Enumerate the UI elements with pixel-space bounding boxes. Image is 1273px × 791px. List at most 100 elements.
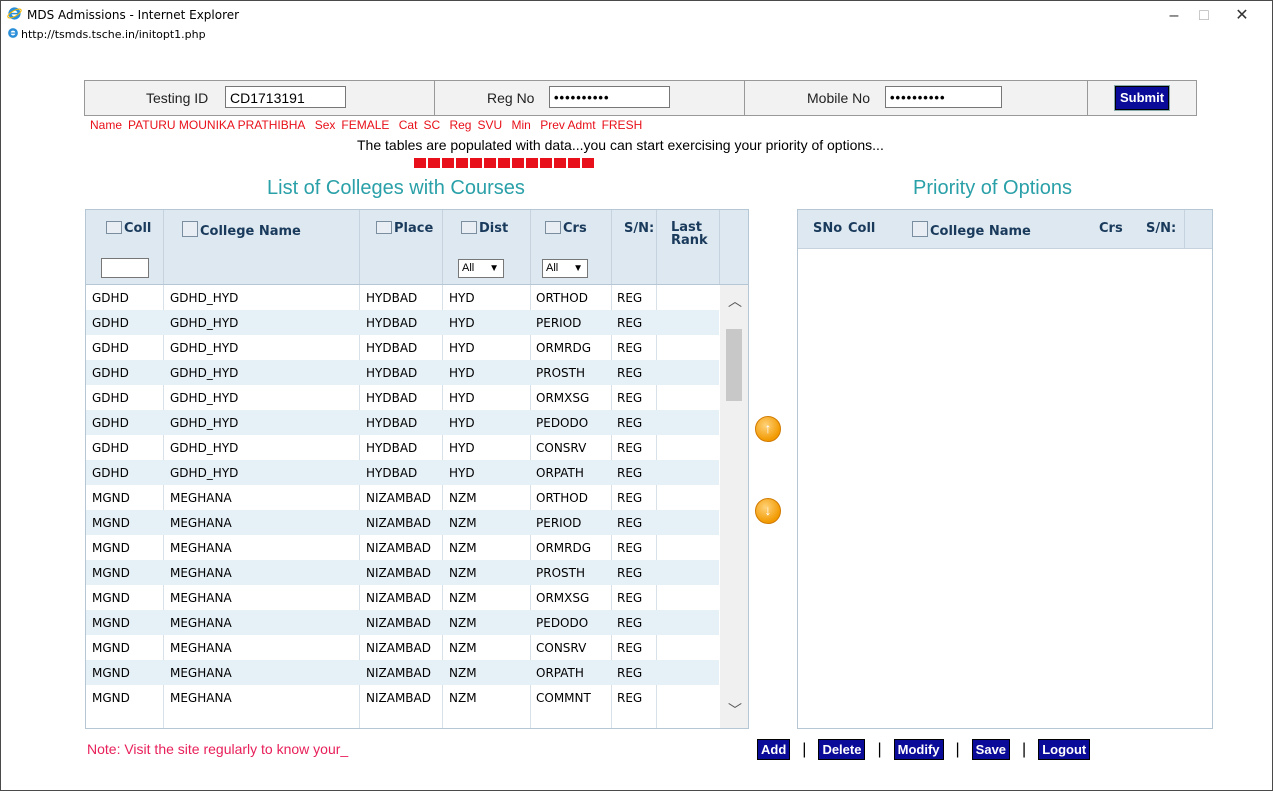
minimize-button[interactable]: – (1159, 5, 1189, 27)
save-button[interactable]: Save (971, 739, 1011, 760)
table-row[interactable]: GDHD GDHD_HYD HYDBAD HYD ORMXSG REG (86, 385, 719, 410)
crs-cell: ORPATH (536, 466, 584, 480)
sn-cell: REG (617, 516, 643, 530)
coll-filter-input[interactable] (101, 258, 149, 278)
table-row[interactable]: MGND MEGHANA NIZAMBAD NZM PROSTH REG (86, 560, 719, 585)
col-sno-header[interactable]: SNo (813, 221, 842, 236)
left-table-title: List of Colleges with Courses (267, 177, 525, 199)
modify-button[interactable]: Modify (893, 739, 944, 760)
sn-cell: REG (617, 366, 643, 380)
scrollbar-thumb[interactable] (726, 329, 742, 401)
prev-admt-label: Prev Admt (540, 118, 596, 132)
candidate-sex: FEMALE (341, 118, 390, 132)
move-up-icon[interactable]: ↑ (755, 416, 781, 442)
crs-cell: PROSTH (536, 366, 585, 380)
col-sn-header[interactable]: S/N: (612, 210, 657, 284)
col-crs-header[interactable]: Crs All ▼ (531, 210, 612, 284)
col-sn-header[interactable]: S/N: (1146, 221, 1176, 236)
college-name-cell: GDHD_HYD (170, 291, 239, 305)
priority-options-table: SNo Coll College Name Crs S/N: (797, 209, 1213, 729)
table-row[interactable]: GDHD GDHD_HYD HYDBAD HYD PROSTH REG (86, 360, 719, 385)
reg-no-cell: Reg No •••••••••• (435, 81, 745, 115)
college-name-cell: MEGHANA (170, 516, 232, 530)
submit-button[interactable]: Submit (1114, 85, 1170, 111)
footer-note: Note: Visit the site regularly to know y… (87, 741, 349, 757)
col-place-header[interactable]: Place (360, 210, 443, 284)
reg-no-field[interactable]: •••••••••• (549, 86, 670, 108)
college-name-cell: GDHD_HYD (170, 341, 239, 355)
place-cell: NIZAMBAD (366, 491, 431, 505)
sn-cell: REG (617, 391, 643, 405)
dist-cell: NZM (449, 591, 477, 605)
dist-cell: NZM (449, 541, 477, 555)
progress-segment (484, 158, 496, 168)
place-cell: HYDBAD (366, 366, 418, 380)
college-name-cell: MEGHANA (170, 616, 232, 630)
table-row[interactable]: MGND MEGHANA NIZAMBAD NZM ORMXSG REG (86, 585, 719, 610)
mobile-no-field[interactable]: •••••••••• (885, 86, 1002, 108)
table-row[interactable]: GDHD GDHD_HYD HYDBAD HYD PEDODO REG (86, 410, 719, 435)
column-icon (376, 221, 392, 234)
scroll-up-icon[interactable]: ︿ (728, 291, 742, 311)
add-button[interactable]: Add (757, 739, 791, 760)
col-coll-header[interactable]: Coll (848, 221, 875, 236)
table-row[interactable]: MGND MEGHANA NIZAMBAD NZM PERIOD REG (86, 510, 719, 535)
table-row[interactable]: MGND MEGHANA NIZAMBAD NZM ORMRDG REG (86, 535, 719, 560)
table-row[interactable]: MGND MEGHANA NIZAMBAD NZM ORTHOD REG (86, 485, 719, 510)
colleges-scrollbar[interactable]: ︿ ﹀ (720, 285, 748, 728)
place-cell: HYDBAD (366, 441, 418, 455)
dist-cell: HYD (449, 416, 475, 430)
crs-cell: ORMXSG (536, 391, 590, 405)
dist-cell: HYD (449, 316, 475, 330)
coll-cell: GDHD (92, 466, 129, 480)
crs-filter-select[interactable]: All ▼ (542, 259, 588, 278)
table-row[interactable]: MGND MEGHANA NIZAMBAD NZM ORPATH REG (86, 660, 719, 685)
col-dist-header[interactable]: Dist All ▼ (443, 210, 531, 284)
table-row[interactable]: GDHD GDHD_HYD HYDBAD HYD PERIOD REG (86, 310, 719, 335)
table-row[interactable]: GDHD GDHD_HYD HYDBAD HYD ORMRDG REG (86, 335, 719, 360)
table-row[interactable]: MGND MEGHANA NIZAMBAD NZM COMMNT REG (86, 685, 719, 710)
scroll-down-icon[interactable]: ﹀ (728, 700, 742, 720)
testing-id-cell: Testing ID CD1713191 (85, 81, 435, 115)
window-title: MDS Admissions - Internet Explorer (27, 8, 240, 22)
sn-cell: REG (617, 341, 643, 355)
col-college-name-header[interactable]: College Name (912, 221, 1031, 239)
maximize-button[interactable]: □ (1189, 5, 1219, 27)
col-college-name-header[interactable]: College Name (164, 210, 360, 284)
testing-id-field[interactable]: CD1713191 (225, 86, 346, 108)
colleges-table-body: GDHD GDHD_HYD HYDBAD HYD ORTHOD REG GDHD GDHD_H… (86, 285, 719, 710)
crs-cell: PERIOD (536, 516, 582, 530)
coll-cell: GDHD (92, 416, 129, 430)
college-name-cell: MEGHANA (170, 641, 232, 655)
table-row[interactable]: MGND MEGHANA NIZAMBAD NZM CONSRV REG (86, 635, 719, 660)
title-bar: MDS Admissions - Internet Explorer http:… (1, 1, 1272, 41)
college-name-cell: GDHD_HYD (170, 391, 239, 405)
college-name-cell: MEGHANA (170, 491, 232, 505)
sn-cell: REG (617, 441, 643, 455)
table-row[interactable]: GDHD GDHD_HYD HYDBAD HYD ORPATH REG (86, 460, 719, 485)
college-name-cell: MEGHANA (170, 541, 232, 555)
delete-button[interactable]: Delete (818, 739, 866, 760)
address-bar[interactable]: http://tsmds.tsche.in/initopt1.php (21, 28, 206, 41)
table-row[interactable]: GDHD GDHD_HYD HYDBAD HYD CONSRV REG (86, 435, 719, 460)
col-last-rank-header[interactable]: Last Rank (657, 210, 720, 284)
col-crs-header[interactable]: Crs (1099, 221, 1123, 236)
coll-cell: MGND (92, 691, 130, 705)
close-button[interactable]: ✕ (1227, 5, 1257, 27)
place-cell: NIZAMBAD (366, 666, 431, 680)
cat-label: Cat (398, 118, 418, 132)
mobile-no-cell: Mobile No •••••••••• (745, 81, 1088, 115)
place-cell: NIZAMBAD (366, 691, 431, 705)
coll-cell: GDHD (92, 316, 129, 330)
table-row[interactable]: GDHD GDHD_HYD HYDBAD HYD ORTHOD REG (86, 285, 719, 310)
move-down-icon[interactable]: ↓ (755, 498, 781, 524)
progress-segment (554, 158, 566, 168)
place-cell: NIZAMBAD (366, 541, 431, 555)
table-row[interactable]: MGND MEGHANA NIZAMBAD NZM PEDODO REG (86, 610, 719, 635)
coll-cell: GDHD (92, 291, 129, 305)
place-cell: HYDBAD (366, 341, 418, 355)
dist-filter-select[interactable]: All ▼ (458, 259, 504, 278)
logout-button[interactable]: Logout (1038, 739, 1091, 760)
col-coll-header[interactable]: Coll (86, 210, 164, 284)
mobile-no-label: Mobile No (807, 90, 871, 106)
